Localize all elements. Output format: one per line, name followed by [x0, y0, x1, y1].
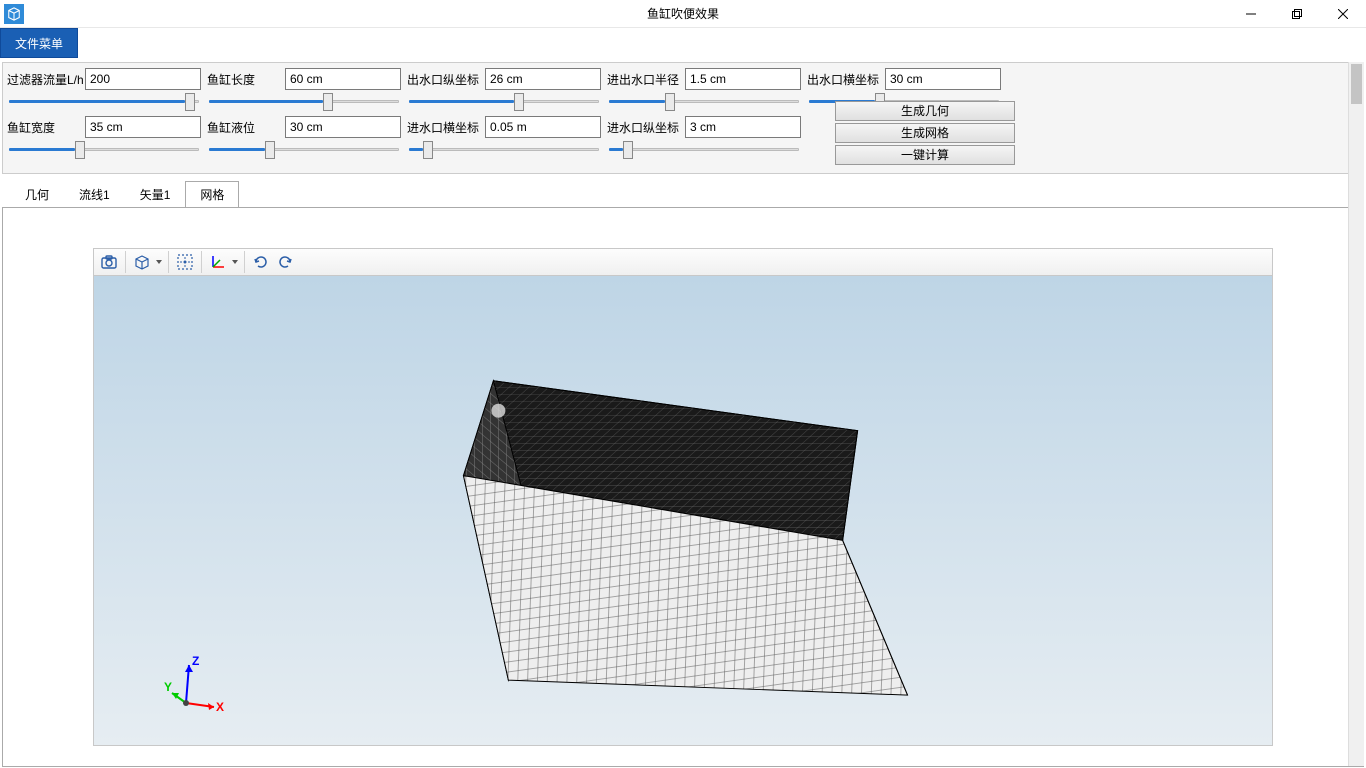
label-inlet-x: 进水口横坐标: [407, 119, 485, 136]
axes-dropdown[interactable]: [231, 251, 239, 273]
svg-text:Z: Z: [192, 655, 199, 668]
rotate-ccw-icon[interactable]: [274, 251, 296, 273]
label-tank-width: 鱼缸宽度: [7, 119, 85, 136]
screenshot-icon[interactable]: [98, 251, 120, 273]
input-port-radius[interactable]: [685, 68, 801, 90]
slider-tank-width[interactable]: [7, 141, 201, 159]
maximize-button[interactable]: [1274, 0, 1320, 28]
label-tank-level: 鱼缸液位: [207, 119, 285, 136]
slider-inlet-y[interactable]: [607, 141, 801, 159]
input-outlet-x[interactable]: [885, 68, 1001, 90]
slider-tank-level[interactable]: [207, 141, 401, 159]
parameters-panel: 过滤器流量L/h 鱼缸长度 出水口纵坐标 进出水口半径: [2, 62, 1364, 174]
generate-geometry-button[interactable]: 生成几何: [835, 101, 1015, 121]
param-row-2: 鱼缸宽度 鱼缸液位 进水口横坐标 进水口纵坐标: [7, 115, 1359, 159]
window-controls: [1228, 0, 1366, 28]
axes-toggle-icon[interactable]: [207, 251, 229, 273]
3d-viewport[interactable]: X Y Z: [93, 276, 1273, 746]
slider-port-radius[interactable]: [607, 93, 801, 111]
menu-bar: 文件菜单: [0, 28, 1366, 58]
one-click-calc-button[interactable]: 一键计算: [835, 145, 1015, 165]
fit-view-icon[interactable]: [174, 251, 196, 273]
input-filter-flow[interactable]: [85, 68, 201, 90]
slider-inlet-x[interactable]: [407, 141, 601, 159]
mesh-render: [94, 276, 1272, 745]
viewport-panel: X Y Z: [2, 207, 1364, 767]
action-buttons: 生成几何 生成网格 一键计算: [835, 101, 1015, 165]
tab-streamline1[interactable]: 流线1: [64, 181, 125, 208]
toolbar-separator: [201, 251, 202, 273]
slider-tank-length[interactable]: [207, 93, 401, 111]
close-button[interactable]: [1320, 0, 1366, 28]
view-tabs: 几何 流线1 矢量1 网格: [10, 180, 1366, 207]
label-outlet-y: 出水口纵坐标: [407, 71, 485, 88]
slider-filter-flow[interactable]: [7, 93, 201, 111]
label-inlet-y: 进水口纵坐标: [607, 119, 685, 136]
slider-outlet-y[interactable]: [407, 93, 601, 111]
svg-text:Y: Y: [164, 680, 172, 694]
label-filter-flow: 过滤器流量L/h: [7, 71, 85, 88]
orientation-axes: X Y Z: [164, 655, 224, 715]
param-row-1: 过滤器流量L/h 鱼缸长度 出水口纵坐标 进出水口半径: [7, 67, 1359, 111]
label-tank-length: 鱼缸长度: [207, 71, 285, 88]
tab-mesh[interactable]: 网格: [185, 181, 239, 208]
label-outlet-x: 出水口横坐标: [807, 71, 885, 88]
tab-geometry[interactable]: 几何: [10, 181, 64, 208]
tab-vector1[interactable]: 矢量1: [125, 181, 186, 208]
toolbar-separator: [125, 251, 126, 273]
app-icon: [4, 4, 24, 24]
cube-view-icon[interactable]: [131, 251, 153, 273]
input-inlet-y[interactable]: [685, 116, 801, 138]
input-tank-width[interactable]: [85, 116, 201, 138]
input-tank-level[interactable]: [285, 116, 401, 138]
label-port-radius: 进出水口半径: [607, 71, 685, 88]
window-title: 鱼缸吹便效果: [647, 5, 719, 22]
input-inlet-x[interactable]: [485, 116, 601, 138]
rotate-cw-icon[interactable]: [250, 251, 272, 273]
file-menu[interactable]: 文件菜单: [0, 28, 78, 58]
cube-view-dropdown[interactable]: [155, 251, 163, 273]
toolbar-separator: [244, 251, 245, 273]
svg-text:X: X: [216, 700, 224, 714]
input-tank-length[interactable]: [285, 68, 401, 90]
toolbar-separator: [168, 251, 169, 273]
scrollbar-thumb[interactable]: [1351, 64, 1362, 104]
minimize-button[interactable]: [1228, 0, 1274, 28]
generate-mesh-button[interactable]: 生成网格: [835, 123, 1015, 143]
viewport-toolbar: [93, 248, 1273, 276]
vertical-scrollbar[interactable]: [1348, 62, 1364, 766]
title-bar: 鱼缸吹便效果: [0, 0, 1366, 28]
input-outlet-y[interactable]: [485, 68, 601, 90]
